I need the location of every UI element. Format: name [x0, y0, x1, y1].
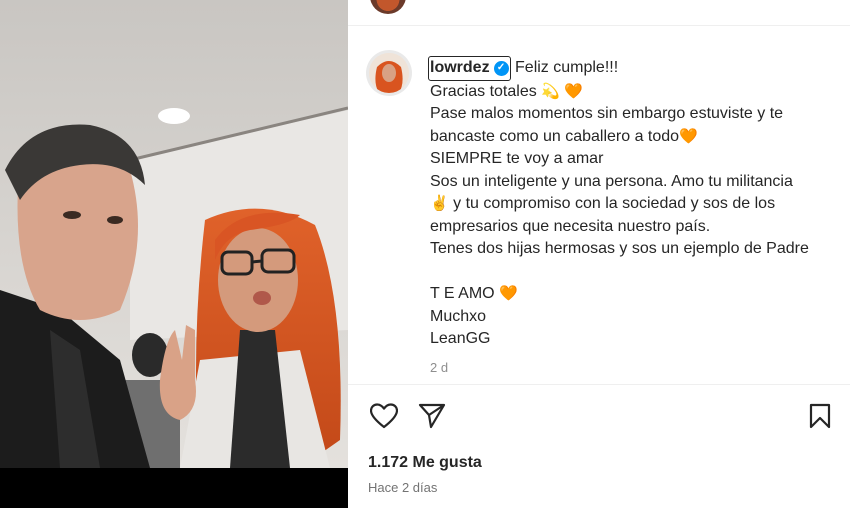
caption-line-text: y tu compromiso con la sociedad y sos de… — [453, 195, 776, 212]
post-actions-bar — [368, 400, 838, 434]
heart-outline-icon[interactable] — [368, 400, 400, 432]
caption-line: Gracias totales 💫 🧡 — [430, 81, 850, 104]
orange-heart-emoji-icon: 🧡 — [499, 285, 518, 302]
actions-divider — [348, 384, 850, 385]
post-timestamp: Hace 2 días — [368, 480, 438, 495]
caption-line: T E AMO 🧡 — [430, 283, 850, 306]
caption-text: lowrdez ✓ Feliz cumple!!! Gracias totales… — [428, 56, 850, 380]
caption-line: ✌️ y tu compromiso con la sociedad y sos… — [430, 193, 850, 216]
caption-line: LeanGG — [430, 328, 850, 351]
caption-line-text: Muchxo — [430, 307, 487, 325]
caption-line-text: bancaste como un caballero a todo — [430, 127, 680, 145]
post-photo-panel[interactable] — [0, 0, 348, 508]
send-paper-plane-icon[interactable] — [416, 400, 448, 432]
post-photo — [0, 0, 348, 468]
caption-line-text: T E AMO — [430, 285, 495, 302]
author-avatar[interactable] — [366, 50, 412, 96]
verified-badge-icon: ✓ — [493, 60, 509, 76]
caption-line-text: LeanGG — [430, 330, 491, 347]
caption-line-text: Feliz cumple!!! — [515, 59, 619, 76]
caption-line: Tenes dos hijas hermosas y sos un ejempl… — [430, 238, 850, 261]
victory-hand-emoji-icon: ✌️ — [430, 195, 449, 212]
caption-line-text: empresarios que necesita nuestro país. — [430, 217, 711, 235]
caption-line-text: Sos un inteligente y una persona. Amo tu… — [430, 172, 793, 190]
header-avatar[interactable] — [370, 0, 406, 14]
photo-bottom-strip — [0, 468, 348, 508]
caption-line: Pase malos momentos sin embargo estuvist… — [430, 103, 850, 126]
bookmark-outline-icon[interactable] — [804, 400, 836, 432]
comment-timestamp[interactable]: 2 d — [430, 357, 850, 380]
caption-line: Sos un inteligente y una persona. Amo tu… — [430, 171, 850, 194]
orange-heart-emoji-icon: 🧡 — [679, 127, 698, 145]
author-username-link[interactable]: lowrdez ✓ — [428, 56, 511, 81]
dizzy-emoji-icon: 💫 — [541, 82, 560, 100]
author-username[interactable]: lowrdez — [430, 57, 490, 80]
post-details-panel: lowrdez ✓ Feliz cumple!!! Gracias totales… — [348, 0, 850, 508]
caption-line: SIEMPRE te voy a amar — [430, 148, 850, 171]
caption-line-text: Pase malos momentos sin embargo estuvist… — [430, 105, 784, 122]
caption-line: bancaste como un caballero a todo🧡 — [430, 126, 850, 149]
caption-line-text: Gracias totales — [430, 82, 537, 100]
caption-line-text: Tenes dos hijas hermosas y sos un ejempl… — [430, 240, 809, 257]
author-avatar-image — [369, 53, 409, 93]
selfie-photo-illustration — [0, 0, 348, 468]
orange-heart-emoji-icon: 🧡 — [564, 82, 583, 100]
header-divider — [348, 25, 850, 26]
likes-count[interactable]: 1.172 Me gusta — [368, 454, 482, 472]
caption-line-text: SIEMPRE te voy a amar — [430, 150, 604, 167]
caption-line: lowrdez ✓ Feliz cumple!!! — [428, 56, 850, 81]
caption-line: Muchxo — [430, 306, 850, 329]
caption-line: empresarios que necesita nuestro país. — [430, 216, 850, 239]
